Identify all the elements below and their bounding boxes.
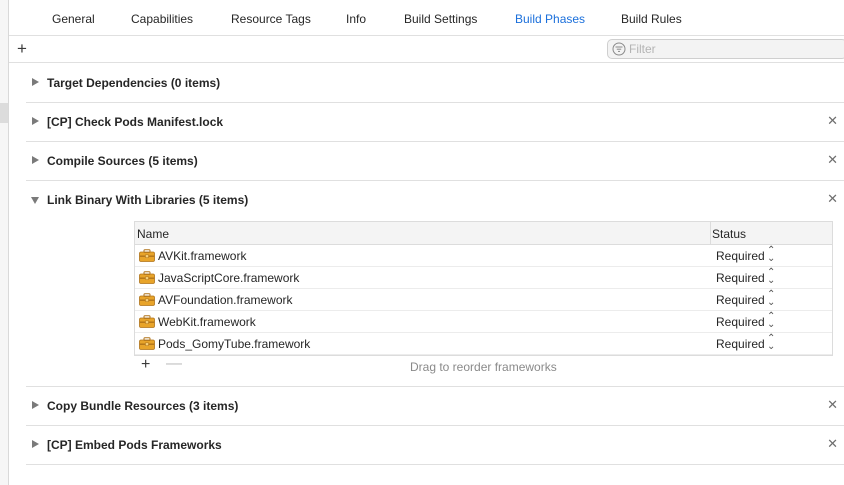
up-down-chevron-icon[interactable]: ⌃ ⌄ (767, 290, 775, 308)
remove-framework-button[interactable]: — (166, 355, 182, 373)
left-gutter (0, 0, 9, 485)
toolbox-icon (139, 337, 155, 350)
table-row[interactable]: JavaScriptCore.framework Required ⌃ ⌄ (135, 267, 832, 289)
libraries-table: Name Status AVKit.framework Required ⌃ ⌄ … (134, 221, 833, 374)
phases-toolbar: + (9, 36, 844, 63)
phase-header[interactable]: Link Binary With Libraries (5 items) ✕ (26, 181, 844, 220)
table-row[interactable]: WebKit.framework Required ⌃ ⌄ (135, 311, 832, 333)
phase-header[interactable]: [CP] Check Pods Manifest.lock ✕ (26, 103, 844, 142)
phase-header[interactable]: Compile Sources (5 items) ✕ (26, 142, 844, 181)
filter-field[interactable] (607, 39, 844, 59)
phase-target-dependencies: Target Dependencies (0 items) (26, 64, 844, 103)
status-popup[interactable]: Required (716, 337, 765, 351)
disclosure-triangle-icon[interactable] (32, 440, 39, 448)
phase-embed-pods-frameworks: [CP] Embed Pods Frameworks ✕ (26, 426, 844, 465)
toolbox-icon (139, 271, 155, 284)
table-row[interactable]: Pods_GomyTube.framework Required ⌃ ⌄ (135, 333, 832, 355)
tab-capabilities[interactable]: Capabilities (131, 12, 193, 26)
column-header-name[interactable]: Name (137, 227, 169, 241)
phase-title: Target Dependencies (0 items) (47, 76, 221, 90)
phase-link-binary-with-libraries: Link Binary With Libraries (5 items) ✕ N… (26, 181, 844, 387)
up-down-chevron-icon[interactable]: ⌃ ⌄ (767, 312, 775, 330)
phase-copy-bundle-resources: Copy Bundle Resources (3 items) ✕ (26, 387, 844, 426)
filter-input[interactable] (629, 41, 839, 57)
phase-header[interactable]: Target Dependencies (0 items) (26, 64, 844, 103)
status-popup[interactable]: Required (716, 249, 765, 263)
filter-icon (612, 42, 626, 56)
disclosure-triangle-icon[interactable] (31, 197, 39, 204)
framework-name: AVKit.framework (158, 249, 247, 263)
table-footer: + — Drag to reorder frameworks (135, 355, 832, 377)
phase-title: Link Binary With Libraries (5 items) (47, 193, 249, 207)
close-icon[interactable]: ✕ (827, 437, 838, 451)
reorder-hint: Drag to reorder frameworks (410, 360, 557, 374)
phase-check-pods-manifest: [CP] Check Pods Manifest.lock ✕ (26, 103, 844, 142)
disclosure-triangle-icon[interactable] (32, 156, 39, 164)
disclosure-triangle-icon[interactable] (32, 78, 39, 86)
tab-general[interactable]: General (52, 12, 95, 26)
up-down-chevron-icon[interactable]: ⌃ ⌄ (767, 268, 775, 286)
add-phase-button[interactable]: + (14, 39, 30, 59)
up-down-chevron-icon[interactable]: ⌃ ⌄ (767, 246, 775, 264)
tab-info[interactable]: Info (346, 12, 366, 26)
column-divider[interactable] (710, 222, 711, 245)
toolbox-icon (139, 315, 155, 328)
toolbox-icon (139, 293, 155, 306)
disclosure-triangle-icon[interactable] (32, 117, 39, 125)
close-icon[interactable]: ✕ (827, 114, 838, 128)
status-popup[interactable]: Required (716, 293, 765, 307)
framework-name: Pods_GomyTube.framework (158, 337, 311, 351)
phase-header[interactable]: [CP] Embed Pods Frameworks ✕ (26, 426, 844, 465)
gutter-selection-marker (0, 103, 8, 123)
framework-name: AVFoundation.framework (158, 293, 293, 307)
tab-build-settings[interactable]: Build Settings (404, 12, 477, 26)
status-popup[interactable]: Required (716, 315, 765, 329)
phase-title: [CP] Embed Pods Frameworks (47, 438, 222, 452)
tab-resource-tags[interactable]: Resource Tags (231, 12, 311, 26)
column-header-status[interactable]: Status (712, 227, 746, 241)
tab-bar: General Capabilities Resource Tags Info … (9, 0, 844, 36)
phase-title: Compile Sources (5 items) (47, 154, 198, 168)
close-icon[interactable]: ✕ (827, 153, 838, 167)
framework-name: WebKit.framework (158, 315, 256, 329)
table-row[interactable]: AVKit.framework Required ⌃ ⌄ (135, 245, 832, 267)
phase-header[interactable]: Copy Bundle Resources (3 items) ✕ (26, 387, 844, 426)
status-popup[interactable]: Required (716, 271, 765, 285)
toolbox-icon (139, 249, 155, 262)
tab-build-phases[interactable]: Build Phases (515, 12, 585, 26)
phase-compile-sources: Compile Sources (5 items) ✕ (26, 142, 844, 181)
tab-build-rules[interactable]: Build Rules (621, 12, 682, 26)
phase-title: [CP] Check Pods Manifest.lock (47, 115, 224, 129)
table-row[interactable]: AVFoundation.framework Required ⌃ ⌄ (135, 289, 832, 311)
add-framework-button[interactable]: + (141, 356, 150, 374)
close-icon[interactable]: ✕ (827, 192, 838, 206)
close-icon[interactable]: ✕ (827, 398, 838, 412)
table-header: Name Status (135, 222, 832, 245)
disclosure-triangle-icon[interactable] (32, 401, 39, 409)
framework-name: JavaScriptCore.framework (158, 271, 300, 285)
up-down-chevron-icon[interactable]: ⌃ ⌄ (767, 334, 775, 352)
phase-title: Copy Bundle Resources (3 items) (47, 399, 239, 413)
